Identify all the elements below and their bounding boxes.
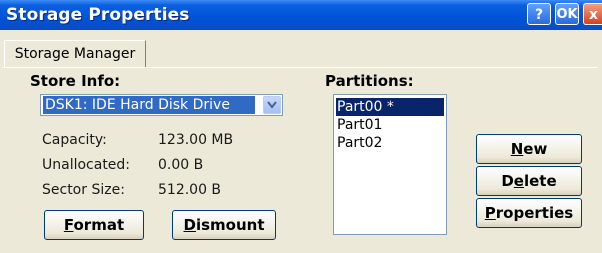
ok-label: OK <box>556 7 578 22</box>
partitions-list[interactable]: Part00 * Part01 Part02 <box>333 94 447 235</box>
list-item[interactable]: Part00 * <box>336 98 444 116</box>
properties-label-mnemonic: P <box>484 204 496 222</box>
format-button[interactable]: Format <box>44 210 144 240</box>
delete-label-mnemonic: e <box>513 172 524 190</box>
delete-label-post: lete <box>523 172 557 190</box>
unallocated-label: Unallocated: <box>42 157 131 173</box>
properties-label-post: roperties <box>495 204 574 222</box>
list-item[interactable]: Part01 <box>336 116 444 134</box>
capacity-value: 123.00 MB <box>158 132 234 148</box>
delete-label-pre: D <box>501 172 514 190</box>
ok-button[interactable]: OK <box>555 3 579 25</box>
store-info-heading: Store Info: <box>30 72 121 90</box>
help-button[interactable]: ? <box>527 3 551 25</box>
window-title: Storage Properties <box>6 5 190 25</box>
dismount-label-mnemonic: D <box>183 216 196 234</box>
sector-size-value: 512.00 B <box>158 182 222 198</box>
tab-label: Storage Manager <box>14 46 136 62</box>
dismount-label-post: ismount <box>195 216 265 234</box>
new-label-mnemonic: N <box>510 140 524 158</box>
new-button[interactable]: New <box>476 134 582 164</box>
partitions-heading: Partitions: <box>325 72 414 90</box>
title-bar[interactable]: Storage Properties ? OK x <box>0 0 602 30</box>
list-item[interactable]: Part02 <box>336 134 444 152</box>
help-icon: ? <box>534 7 544 23</box>
dismount-button[interactable]: Dismount <box>172 210 276 240</box>
capacity-label: Capacity: <box>42 132 107 148</box>
tab-storage-manager[interactable]: Storage Manager <box>4 40 146 68</box>
chevron-down-icon[interactable] <box>263 96 281 114</box>
store-select[interactable]: DSK1: IDE Hard Disk Drive <box>40 94 283 116</box>
storage-properties-window: Storage Properties ? OK x Storage Manage… <box>0 0 602 253</box>
delete-button[interactable]: Delete <box>476 166 582 196</box>
close-button[interactable]: x <box>583 3 602 25</box>
format-label-mnemonic: F <box>63 216 74 234</box>
store-select-value: DSK1: IDE Hard Disk Drive <box>43 96 255 114</box>
new-label-post: ew <box>523 140 548 158</box>
format-label-post: ormat <box>73 216 125 234</box>
close-icon: x <box>588 7 599 23</box>
properties-button[interactable]: Properties <box>476 198 582 228</box>
unallocated-value: 0.00 B <box>158 157 204 173</box>
sector-size-label: Sector Size: <box>42 182 125 198</box>
